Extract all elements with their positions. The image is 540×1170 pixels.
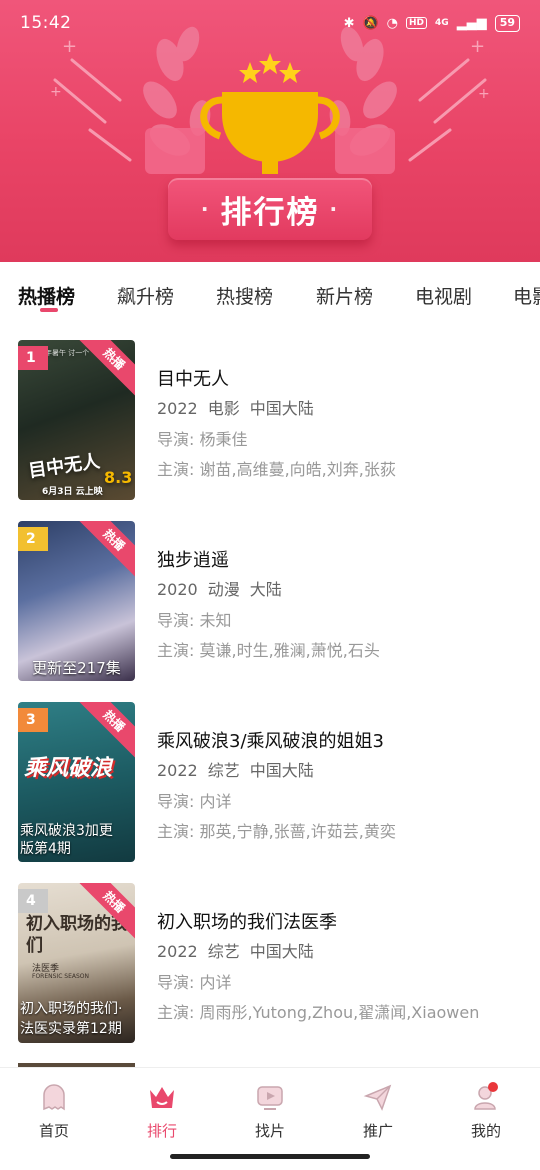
nav-home[interactable]: 首页: [14, 1082, 94, 1141]
paper-plane-icon: [363, 1084, 392, 1111]
tv-play-icon: [257, 1086, 283, 1110]
item-title[interactable]: 初入职场的我们法医季: [157, 908, 337, 934]
nav-mine[interactable]: 我的: [446, 1082, 526, 1141]
banner-dot-right: ·: [329, 197, 340, 221]
poster-image[interactable]: 乘风破浪 3 热播 乘风破浪3加更版第4期: [18, 702, 135, 862]
bluetooth-icon: ✱: [343, 15, 355, 31]
ranking-tabs: 热播榜 飙升榜 热搜榜 新片榜 电视剧 电影: [0, 262, 540, 322]
item-year: 2022: [157, 399, 198, 418]
tab-tv-series[interactable]: 电视剧: [415, 282, 472, 309]
list-item[interactable]: 初入职场的我们 法医季 FORENSIC SEASON 4 热播 初入职场的我们…: [18, 883, 528, 1043]
item-category: 综艺: [207, 942, 240, 961]
item-category: 综艺: [207, 761, 240, 780]
item-meta: 2022 综艺 中国大陆: [157, 757, 324, 781]
mute-icon: 🔕: [362, 15, 379, 31]
list-item[interactable]: 今年暑午 讨一个 目中无人 8.3 6月3日 云上映 1 热播 目中无人 202…: [18, 340, 528, 500]
poster-caption: 初入职场的我们·法医实录第12期: [20, 1001, 123, 1037]
rank-badge: 3: [18, 708, 48, 732]
ranking-banner: · 排行榜 ·: [168, 178, 372, 240]
list-item[interactable]: 2 热播 更新至217集 独步逍遥 2020 动漫 大陆 导演: 未知 主演: 莫谦…: [18, 521, 528, 681]
nav-find-label: 找片: [254, 1122, 285, 1140]
hd-icon: HD: [406, 17, 428, 29]
item-meta: 2022 综艺 中国大陆: [157, 938, 324, 962]
item-title[interactable]: 目中无人: [157, 365, 229, 391]
item-cast: 主演: 那英,宁静,张蔷,许茹芸,黄奕: [157, 822, 396, 841]
status-bar: 15:42 ✱ 🔕 ◔ HD 4G ▂▄▆ 59: [0, 0, 540, 46]
item-region: 中国大陆: [249, 942, 314, 961]
banner-dot-left: ·: [200, 197, 211, 221]
poster-image[interactable]: 2 热播 更新至217集: [18, 521, 135, 681]
status-time: 15:42: [20, 13, 72, 33]
rank-badge: 2: [18, 527, 48, 551]
notification-dot: [488, 1082, 498, 1092]
item-region: 大陆: [249, 580, 282, 599]
status-icons: ✱ 🔕 ◔ HD 4G ▂▄▆ 59: [343, 14, 520, 32]
item-director: 导演: 杨秉佳: [157, 430, 248, 449]
item-meta: 2020 动漫 大陆: [157, 576, 292, 600]
item-category: 动漫: [207, 580, 240, 599]
list-item[interactable]: 乘风破浪 3 热播 乘风破浪3加更版第4期 乘风破浪3/乘风破浪的姐姐3 202…: [18, 702, 528, 862]
nav-ranking[interactable]: 排行: [122, 1082, 202, 1141]
ghost-home-icon: [43, 1084, 65, 1111]
nav-ranking-label: 排行: [146, 1122, 177, 1140]
nav-promote[interactable]: 推广: [338, 1082, 418, 1141]
tab-movie[interactable]: 电影: [513, 282, 540, 309]
poster-score: 8.3: [104, 468, 133, 487]
crown-icon: [150, 1087, 174, 1108]
item-title[interactable]: 乘风破浪3/乘风破浪的姐姐3: [157, 727, 384, 753]
hot-corner-tag: 热播: [74, 521, 135, 580]
item-meta: 2022 电影 中国大陆: [157, 395, 324, 419]
item-cast: 主演: 周雨彤,Yutong,Zhou,翟潇闻,Xiaowen: [157, 1003, 480, 1022]
item-region: 中国大陆: [249, 761, 314, 780]
item-director: 导演: 未知: [157, 611, 232, 630]
nav-home-label: 首页: [38, 1122, 69, 1140]
nav-mine-label: 我的: [470, 1122, 501, 1140]
tab-hot-play[interactable]: 热播榜: [18, 282, 75, 309]
alarm-icon: ◔: [386, 15, 399, 31]
item-year: 2020: [157, 580, 198, 599]
item-category: 电影: [207, 399, 240, 418]
poster-image[interactable]: 今年暑午 讨一个 目中无人 8.3 6月3日 云上映 1 热播: [18, 340, 135, 500]
item-director: 导演: 内详: [157, 792, 232, 811]
poster-art-title: 乘风破浪: [24, 756, 113, 781]
signal-icon: ▂▄▆: [456, 15, 487, 31]
tab-rising[interactable]: 飙升榜: [117, 282, 174, 309]
item-cast: 主演: 谢苗,高维蔓,向皓,刘奔,张荻: [157, 460, 396, 479]
item-year: 2022: [157, 761, 198, 780]
item-region: 中国大陆: [249, 399, 314, 418]
tab-hot-search[interactable]: 热搜榜: [216, 282, 273, 309]
item-cast: 主演: 莫谦,时生,雅澜,萧悦,石头: [157, 641, 380, 660]
poster-en-subtitle: FORENSIC SEASON: [32, 973, 90, 980]
rank-badge: 1: [18, 346, 48, 370]
poster-caption: 更新至217集: [32, 659, 121, 677]
item-title[interactable]: 独步逍遥: [157, 546, 229, 572]
svg-text:+: +: [478, 86, 490, 102]
home-indicator[interactable]: [170, 1154, 370, 1159]
item-director: 导演: 内详: [157, 973, 232, 992]
tab-indicator: [40, 308, 58, 312]
svg-text:+: +: [50, 84, 62, 100]
battery-icon: 59: [494, 14, 520, 32]
poster-art-title: 目中无人: [27, 451, 102, 482]
poster-date: 6月3日 云上映: [42, 487, 103, 497]
ranking-header: + + + + 15:42 ✱ 🔕 ◔ HD 4G ▂▄▆ 59 · 排行榜 ·: [0, 0, 540, 262]
bottom-nav: 首页 排行 找片 推广 我的: [0, 1067, 540, 1170]
nav-promote-label: 推广: [362, 1122, 393, 1140]
poster-image[interactable]: 初入职场的我们 法医季 FORENSIC SEASON 4 热播 初入职场的我们…: [18, 883, 135, 1043]
poster-caption: 乘风破浪3加更版第4期: [20, 823, 113, 857]
user-icon: [474, 1082, 498, 1110]
banner-title: 排行榜: [220, 194, 320, 231]
network-label: 4G: [435, 17, 449, 28]
rank-badge: 4: [18, 889, 48, 913]
item-year: 2022: [157, 942, 198, 961]
tab-new[interactable]: 新片榜: [316, 282, 373, 309]
nav-find[interactable]: 找片: [230, 1082, 310, 1141]
